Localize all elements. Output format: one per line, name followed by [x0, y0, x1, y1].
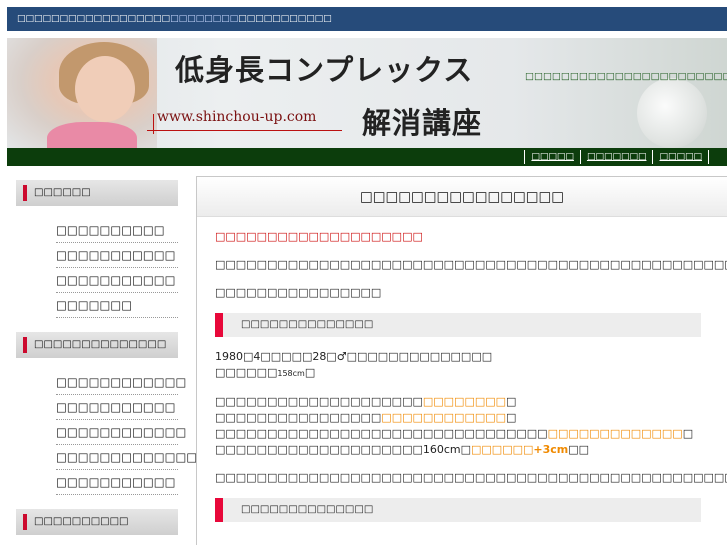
sidebar-item[interactable]: □□□□□□□□□□□□ [56, 370, 186, 395]
history-line-2-end: □ [506, 411, 517, 424]
girl-shirt-shape [47, 122, 137, 148]
history-line-4: □□□□□□□□□□□□□□□□□□□□160cm□ [215, 443, 472, 456]
profile-block: 1980□4□□□□□28□♂□□□□□□□□□□□□□□ □□□□□□158c… [215, 349, 701, 382]
sidebar-menu-2: □□□□□□□□□□□□ □□□□□□□□□□□ □□□□□□□□□□□□ □□… [16, 370, 197, 495]
profile-heading: □□□□□□□□□□□□□□ [215, 313, 701, 337]
banner-title-line1: 低身長コンプレックス [175, 53, 474, 87]
history-list: □□□□□□□□□□□□□□□□□□□□□□□□□□□□□ □□□□□□□□□□… [215, 394, 701, 458]
history-line-1-end: □ [506, 395, 517, 408]
closing-paragraph: □□□□□□□□□□□□□□□□□□□□□□□□□□□□□□□□□□□□□□□□… [215, 471, 727, 484]
page: □□□□□□□□□□□□□□□□□□□□□□□□□□□□□□□□□□□□□ 低身… [0, 0, 727, 545]
sidebar-item[interactable]: □□□□□□□□□□□ [56, 243, 178, 268]
history-line-3: □□□□□□□□□□□□□□□□□□□□□□□□□□□□□□□□ [215, 427, 548, 440]
sidebar-section-title-3: □□□□□□□□□□ [16, 509, 178, 535]
global-nav-links: □□□□□ □□□□□□□ □□□□□ [524, 150, 709, 164]
history-line-2: □□□□□□□□□□□□□□□□ [215, 411, 382, 424]
nav-link-1[interactable]: □□□□□ [524, 150, 580, 164]
history-highlight-4: □□□□□□+3cm [471, 443, 569, 456]
history-highlight-2: □□□□□□□□□□□□ [381, 411, 507, 424]
second-heading: □□□□□□□□□□□□□□ [215, 498, 701, 522]
banner-glass-image [637, 78, 707, 148]
history-line-3-end: □ [682, 427, 694, 440]
topbar-text-before: □□□□□□□□□□□□□□□□□□ [17, 14, 171, 24]
main-content: □□□□□□□□□□□□□□□□ □□□□□□□□□□□□□□□□□□□□ □□… [196, 176, 727, 545]
url-underline-tick [153, 114, 154, 134]
banner-title-line2: 解消講座 [362, 106, 483, 140]
topbar-link[interactable]: □□□□□□□□ [170, 14, 238, 24]
sidebar-item[interactable]: □□□□□□□ [56, 293, 178, 318]
header-banner[interactable]: 低身長コンプレックス www.shinchou-up.com 解消講座 □□□□… [7, 38, 727, 148]
sidebar-item[interactable]: □□□□□□□□□□□□□ [56, 445, 197, 470]
history-highlight-1: □□□□□□□□ [422, 395, 507, 408]
sidebar-section-title-1: □□□□□□ [16, 180, 178, 206]
sidebar-item[interactable]: □□□□□□□□□□□ [56, 268, 178, 293]
sidebar-item[interactable]: □□□□□□□□□□ [56, 218, 178, 243]
profile-line-2-end: □ [304, 366, 316, 379]
history-highlight-3: □□□□□□□□□□□□□ [547, 427, 683, 440]
intro-paragraph: □□□□□□□□□□□□□□□□□□□□□□□□□□□□□□□□□□□□□□□□… [215, 258, 727, 271]
sidebar-item[interactable]: □□□□□□□□□□□ [56, 395, 178, 420]
history-line-1: □□□□□□□□□□□□□□□□□□□□ [215, 395, 423, 408]
sidebar-item[interactable]: □□□□□□□□□□□ [56, 470, 178, 495]
girl-face-shape [75, 56, 135, 122]
sidebar-item[interactable]: □□□□□□□□□□□□ [56, 420, 186, 445]
intro-paragraph-2: □□□□□□□□□□□□□□□□ [215, 286, 382, 299]
history-line-4-end: □□ [568, 443, 590, 456]
banner-url: www.shinchou-up.com [157, 109, 317, 125]
url-underline [147, 130, 342, 131]
lead-text: □□□□□□□□□□□□□□□□□□□□ [215, 230, 423, 243]
article-body: □□□□□□□□□□□□□□□□□□□□ □□□□□□□□□□□□□□□□□□□… [197, 217, 727, 522]
profile-line-1: 1980□4□□□□□28□♂□□□□□□□□□□□□□□ [215, 350, 493, 363]
profile-line-2: □□□□□□ [215, 366, 278, 379]
profile-height: 158cm [277, 369, 305, 378]
page-title: □□□□□□□□□□□□□□□□ [197, 177, 727, 217]
global-nav-bar: □□□□□ □□□□□□□ □□□□□ [7, 148, 727, 166]
sidebar: □□□□□□ □□□□□□□□□□ □□□□□□□□□□□ □□□□□□□□□□… [16, 180, 197, 535]
banner-tagline: □□□□□□□□□□□□□□□□□□□□□□□□□□□□□□□□□□□□□□□□… [525, 71, 727, 82]
sidebar-menu-1: □□□□□□□□□□ □□□□□□□□□□□ □□□□□□□□□□□ □□□□□… [16, 218, 178, 318]
nav-link-3[interactable]: □□□□□ [652, 150, 709, 164]
banner-photo [7, 38, 157, 148]
nav-link-2[interactable]: □□□□□□□ [579, 150, 653, 164]
top-announcement-bar: □□□□□□□□□□□□□□□□□□□□□□□□□□□□□□□□□□□□□ [7, 7, 727, 31]
topbar-text-after: □□□□□□□□□□□ [238, 14, 332, 24]
sidebar-section-title-2: □□□□□□□□□□□□□□ [16, 332, 178, 358]
